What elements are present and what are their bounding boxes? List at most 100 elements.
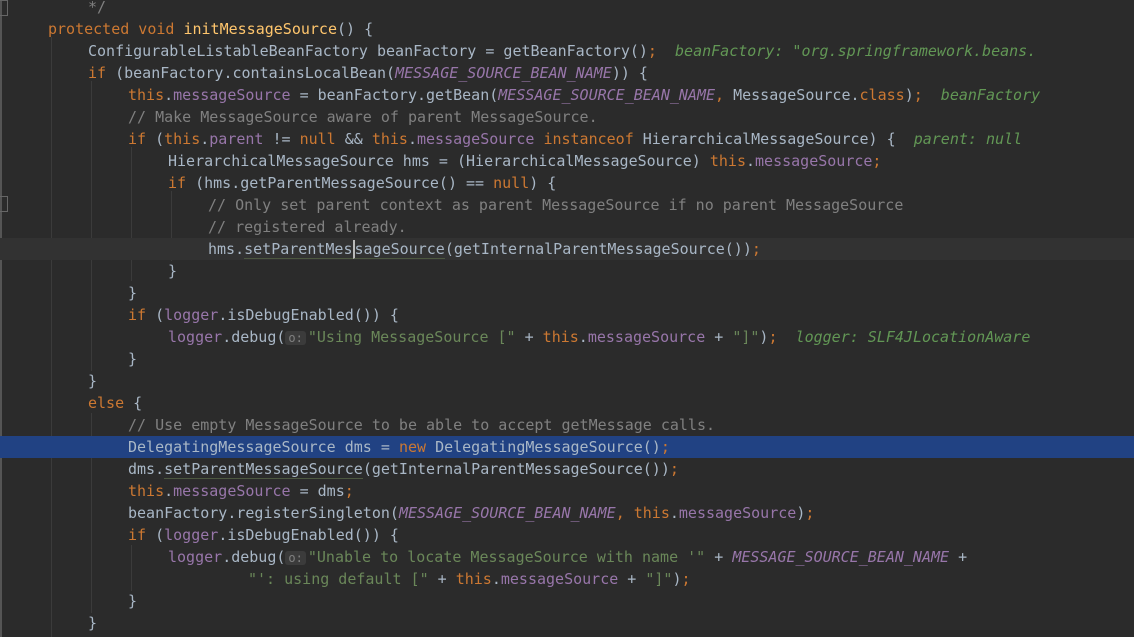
- code-token: HierarchicalMessageSource hms = (Hierarc…: [168, 152, 710, 170]
- code-token: = beanFactory.getBean(: [290, 86, 499, 104]
- code-token: () {: [337, 20, 374, 38]
- code-text: if (logger.isDebugEnabled()) {: [128, 304, 399, 326]
- code-token: this: [128, 482, 165, 500]
- code-token: (beanFactory.containsLocalBean(: [115, 64, 396, 82]
- code-line[interactable]: if (beanFactory.containsLocalBean(MESSAG…: [0, 62, 1134, 84]
- code-line[interactable]: // registered already.: [0, 216, 1134, 238]
- code-text: DelegatingMessageSource dms = new Delega…: [128, 436, 670, 458]
- code-token: !=: [263, 130, 300, 148]
- code-text: }: [128, 590, 137, 612]
- code-token: messageSource: [755, 152, 873, 170]
- code-line[interactable]: }: [0, 348, 1134, 370]
- code-line[interactable]: protected void initMessageSource() {: [0, 18, 1134, 40]
- code-text: this.messageSource = beanFactory.getBean…: [128, 84, 1040, 106]
- code-token: MESSAGE_SOURCE_BEAN_NAME: [732, 548, 950, 566]
- code-line[interactable]: }: [0, 590, 1134, 612]
- code-line[interactable]: */: [0, 0, 1134, 18]
- code-line[interactable]: hms.setParentMes sageSource(getInternalPa…: [0, 238, 1134, 260]
- code-token: = dms: [290, 482, 345, 500]
- code-line[interactable]: // Only set parent context as parent Mes…: [0, 194, 1134, 216]
- code-text: else {: [88, 392, 142, 414]
- code-line[interactable]: DelegatingMessageSource dms = new Delega…: [0, 436, 1134, 458]
- code-token: ;: [669, 460, 679, 478]
- code-editor[interactable]: */protected void initMessageSource() { Co…: [0, 0, 1134, 637]
- code-token: dms.: [128, 460, 165, 478]
- code-text: HierarchicalMessageSource hms = (Hierarc…: [168, 150, 881, 172]
- code-token: ;: [805, 504, 815, 522]
- code-line[interactable]: // Use empty MessageSource to be able to…: [0, 414, 1134, 436]
- code-text: logger.debug(o: "Unable to locate Message…: [168, 546, 967, 569]
- code-token: ;: [647, 42, 657, 60]
- code-token: , this: [615, 504, 670, 522]
- code-token: "Using MessageSource [": [307, 328, 516, 346]
- code-token: ConfigurableListableBeanFactory beanFact…: [88, 42, 648, 60]
- code-token: this: [542, 328, 579, 346]
- code-token: // Make MessageSource aware of parent Me…: [128, 108, 598, 126]
- code-token: ,: [715, 86, 734, 104]
- debug-inline-value: parent: null: [895, 130, 1023, 148]
- code-line[interactable]: if (this.parent != null && this.messageS…: [0, 128, 1134, 150]
- code-line[interactable]: "': using default [" + this.messageSourc…: [0, 568, 1134, 590]
- code-line[interactable]: if (logger.isDebugEnabled()) {: [0, 524, 1134, 546]
- code-text: if (this.parent != null && this.messageS…: [128, 128, 1022, 150]
- code-token: .debug(: [222, 548, 286, 566]
- code-text: }: [128, 348, 137, 370]
- code-token: "]": [732, 328, 760, 346]
- code-line[interactable]: dms.setParentMessageSource(getInternalPa…: [0, 458, 1134, 480]
- code-line[interactable]: }: [0, 612, 1134, 634]
- code-token: +: [515, 328, 543, 346]
- code-token: MessageSource.: [733, 86, 860, 104]
- code-token: .isDebugEnabled()) {: [218, 306, 399, 324]
- code-line[interactable]: else {: [0, 392, 1134, 414]
- code-token: ;: [913, 86, 923, 104]
- code-line[interactable]: // Make MessageSource aware of parent Me…: [0, 106, 1134, 128]
- debug-inline-value: logger: SLF4JLocationAware: [777, 328, 1031, 346]
- code-text: // Use empty MessageSource to be able to…: [128, 414, 715, 436]
- code-text: if (hms.getParentMessageSource() == null…: [168, 172, 556, 194]
- code-token: // Only set parent context as parent Mes…: [208, 196, 904, 214]
- code-line[interactable]: }: [0, 260, 1134, 282]
- code-token: (: [155, 130, 165, 148]
- code-line[interactable]: logger.debug(o: "Using MessageSource [" +…: [0, 326, 1134, 348]
- code-line[interactable]: if (logger.isDebugEnabled()) {: [0, 304, 1134, 326]
- code-token: .: [407, 130, 417, 148]
- code-token: parent: [209, 130, 264, 148]
- code-line[interactable]: HierarchicalMessageSource hms = (Hierarc…: [0, 150, 1134, 172]
- code-line[interactable]: ConfigurableListableBeanFactory beanFact…: [0, 40, 1134, 62]
- code-text: if (beanFactory.containsLocalBean(MESSAG…: [88, 62, 648, 84]
- code-line[interactable]: }: [0, 370, 1134, 392]
- code-token: logger: [168, 548, 223, 566]
- code-token: .isDebugEnabled()) {: [218, 526, 399, 544]
- code-token: .: [745, 152, 756, 170]
- code-token: messageSource: [587, 328, 706, 346]
- code-line[interactable]: this.messageSource = dms;: [0, 480, 1134, 502]
- code-text: // Make MessageSource aware of parent Me…: [128, 106, 598, 128]
- parameter-hint: o:: [285, 331, 306, 345]
- code-token: }: [128, 350, 138, 368]
- code-token: logger: [164, 306, 219, 324]
- code-token: (getInternalParentMessageSource()): [362, 460, 670, 478]
- code-line[interactable]: if (hms.getParentMessageSource() == null…: [0, 172, 1134, 194]
- code-token: HierarchicalMessageSource) {: [642, 130, 896, 148]
- code-text: }: [88, 370, 97, 392]
- code-line[interactable]: logger.debug(o: "Unable to locate Message…: [0, 546, 1134, 568]
- code-token: (: [155, 526, 165, 544]
- code-line[interactable]: }: [0, 282, 1134, 304]
- code-token: ) {: [529, 174, 557, 192]
- code-line[interactable]: beanFactory.registerSingleton(MESSAGE_SO…: [0, 502, 1134, 524]
- code-token: beanFactory.registerSingleton(: [128, 504, 399, 522]
- code-token: this: [709, 152, 746, 170]
- code-token: sageSource: [352, 240, 445, 259]
- code-token: logger: [168, 328, 223, 346]
- debug-inline-value: beanFactory: "org.springframework.beans.: [656, 42, 1037, 60]
- code-token: if: [128, 306, 156, 324]
- code-token: "Unable to locate MessageSource with nam…: [307, 548, 706, 566]
- code-text: this.messageSource = dms;: [128, 480, 354, 502]
- code-line[interactable]: this.messageSource = beanFactory.getBean…: [0, 84, 1134, 106]
- code-token: .: [164, 482, 174, 500]
- code-token: ): [672, 570, 682, 588]
- code-token: (: [155, 306, 165, 324]
- code-token: hms.: [208, 240, 245, 258]
- debug-inline-value: beanFactory: [922, 86, 1041, 104]
- code-token: messageSource: [678, 504, 797, 522]
